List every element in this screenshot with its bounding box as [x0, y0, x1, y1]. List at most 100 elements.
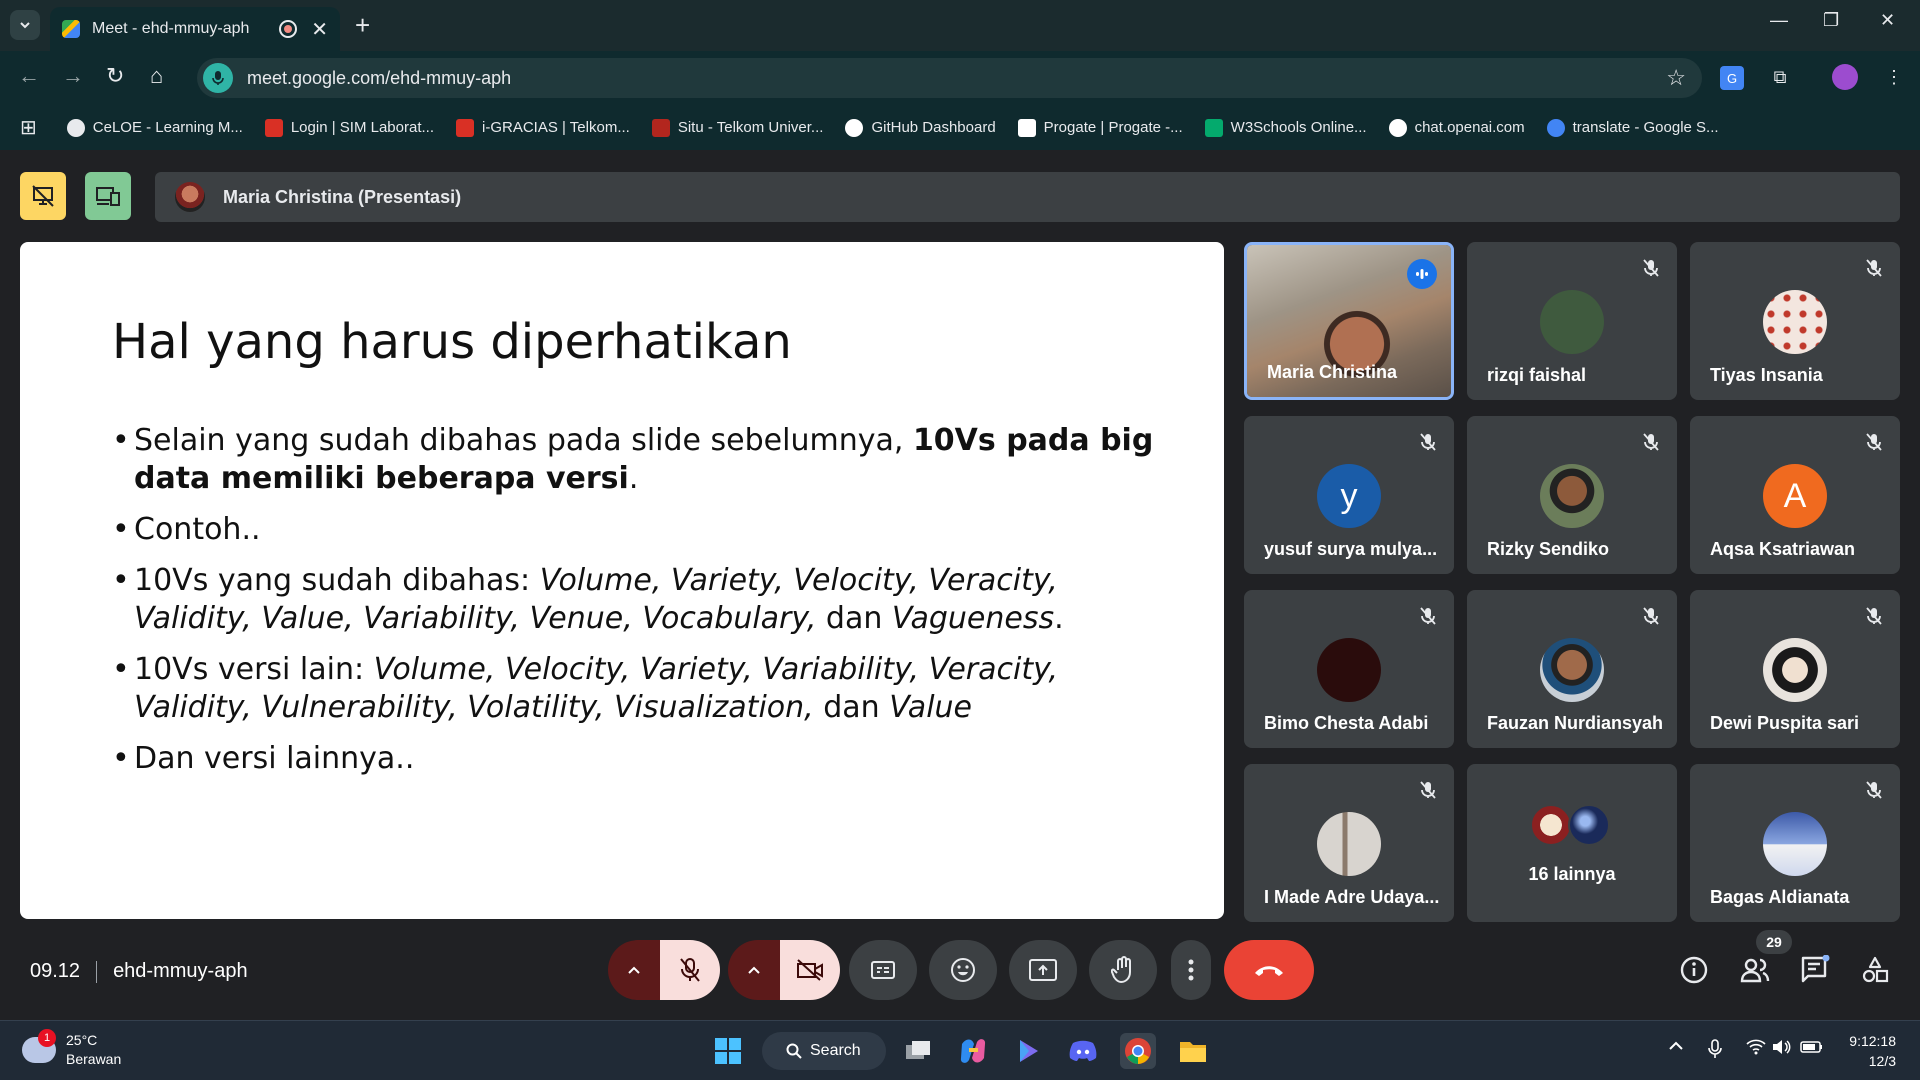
back-icon[interactable]: ← [18, 63, 40, 89]
presenter-name: Maria Christina (Presentasi) [223, 186, 462, 207]
call-controls-bar: 09.12 ehd-mmuy-aph 29 [0, 930, 1920, 1020]
layout-button[interactable] [85, 172, 131, 220]
microphone-icon[interactable] [203, 63, 233, 93]
leave-call-button[interactable] [1224, 940, 1314, 1000]
meeting-info: 09.12 ehd-mmuy-aph [30, 960, 248, 983]
more-vert-icon [1188, 959, 1194, 981]
minimize-icon[interactable]: — [1770, 10, 1788, 31]
activities-button[interactable] [1855, 950, 1895, 990]
wifi-icon[interactable] [1746, 1039, 1766, 1060]
avatar [1540, 464, 1604, 528]
show-hidden-icons-chevron-icon[interactable] [1668, 1039, 1684, 1057]
system-clock[interactable]: 9:12:18 12/3 [1849, 1031, 1896, 1071]
participant-tile[interactable]: Rizky Sendiko [1467, 416, 1677, 574]
tab-title: Meet - ehd-mmuy-aph [92, 20, 250, 37]
avatar-stack [1530, 804, 1614, 848]
url-text[interactable]: meet.google.com/ehd-mmuy-aph [247, 68, 1666, 89]
tab-active[interactable]: Meet - ehd-mmuy-aph ✕ [50, 7, 340, 51]
participant-name: Maria Christina [1267, 362, 1398, 382]
participant-tile[interactable]: A Aqsa Ksatriawan [1690, 416, 1900, 574]
video-options-button[interactable] [728, 940, 780, 1000]
close-window-icon[interactable]: ✕ [1880, 10, 1895, 31]
bookmark-item[interactable]: translate - Google S... [1546, 118, 1719, 137]
reactions-button[interactable] [929, 940, 997, 1000]
start-windows-icon[interactable] [710, 1033, 746, 1069]
extensions-icon[interactable]: ⧉ [1766, 63, 1794, 91]
bookmark-item[interactable]: CeLOE - Learning M... [66, 118, 243, 137]
camera-off-icon [797, 959, 823, 981]
apps-grid-icon[interactable]: ⊞ [20, 115, 37, 140]
sim-lab-icon [264, 118, 283, 137]
participant-tile[interactable]: Fauzan Nurdiansyah [1467, 590, 1677, 748]
raise-hand-button[interactable] [1089, 940, 1157, 1000]
slide-bullet-list: Selain yang sudah dibahas pada slide seb… [112, 422, 1162, 791]
participant-name: Bimo Chesta Adabi [1264, 713, 1429, 733]
more-participants-tile[interactable]: 16 lainnya [1467, 764, 1677, 922]
participant-name: Aqsa Ksatriawan [1710, 539, 1856, 559]
bookmark-item[interactable]: Login | SIM Laborat... [264, 118, 434, 137]
participant-tile[interactable]: Dewi Puspita sari [1690, 590, 1900, 748]
chrome-icon[interactable] [1120, 1033, 1156, 1069]
more-options-button[interactable] [1171, 940, 1211, 1000]
menu-dots-icon[interactable]: ⋮ [1880, 63, 1908, 91]
forward-icon[interactable]: → [62, 63, 84, 89]
participant-tile[interactable]: I Made Adre Udaya... [1244, 764, 1454, 922]
participant-tile[interactable]: y yusuf surya mulya... [1244, 416, 1454, 574]
mic-off-icon [1864, 780, 1884, 800]
reload-icon[interactable]: ↻ [106, 63, 124, 89]
audio-options-button[interactable] [608, 940, 660, 1000]
participant-tile[interactable]: Tiyas Insania [1690, 242, 1900, 400]
present-screen-button[interactable] [1009, 940, 1077, 1000]
tab-search-button[interactable] [10, 10, 40, 40]
bookmark-star-icon[interactable]: ☆ [1666, 65, 1686, 91]
mic-off-icon [1864, 432, 1884, 452]
people-button[interactable] [1735, 950, 1775, 990]
people-icon [1740, 958, 1770, 983]
participant-tile[interactable]: Bimo Chesta Adabi [1244, 590, 1454, 748]
microphone-toggle-button[interactable] [660, 940, 720, 1000]
home-icon[interactable]: ⌂ [150, 63, 163, 89]
volume-icon[interactable] [1772, 1039, 1792, 1060]
copilot-icon[interactable] [955, 1033, 991, 1069]
discord-icon[interactable] [1065, 1033, 1101, 1069]
list-item: Selain yang sudah dibahas pada slide seb… [112, 422, 1162, 498]
situ-icon [651, 118, 670, 137]
battery-icon[interactable] [1800, 1039, 1824, 1060]
meeting-details-button[interactable] [1674, 950, 1714, 990]
camera-toggle-button[interactable] [780, 940, 840, 1000]
clock-time: 9:12:18 [1849, 1033, 1896, 1049]
translate-icon[interactable]: G [1720, 66, 1744, 90]
microphone-tray-icon[interactable] [1708, 1039, 1722, 1064]
file-explorer-icon[interactable] [1175, 1033, 1211, 1069]
bookmark-item[interactable]: Progate | Progate -... [1017, 118, 1183, 137]
participant-tile[interactable]: Bagas Aldianata [1690, 764, 1900, 922]
taskbar-search[interactable]: Search [762, 1032, 886, 1070]
mic-off-icon [1864, 606, 1884, 626]
weather-widget[interactable]: 1 25°C Berawan [22, 1029, 121, 1069]
profile-avatar[interactable] [1832, 64, 1858, 90]
bookmark-item[interactable]: GitHub Dashboard [845, 118, 996, 137]
captions-button[interactable] [849, 940, 917, 1000]
participant-tile[interactable]: Maria Christina [1244, 242, 1454, 400]
participant-tile[interactable]: rizqi faishal [1467, 242, 1677, 400]
avatar [1540, 638, 1604, 702]
chevron-up-icon [628, 966, 640, 974]
restore-icon[interactable]: ❐ [1823, 10, 1839, 31]
participant-name: Tiyas Insania [1710, 365, 1823, 385]
tab-close-icon[interactable]: ✕ [311, 17, 328, 42]
chat-icon [1801, 955, 1830, 983]
mic-off-icon [1418, 606, 1438, 626]
address-bar[interactable]: meet.google.com/ehd-mmuy-aph ☆ [197, 58, 1702, 98]
new-tab-button[interactable]: + [355, 10, 370, 41]
search-icon [786, 1043, 802, 1059]
avatar [1530, 804, 1572, 846]
bookmark-item[interactable]: Situ - Telkom Univer... [651, 118, 823, 137]
presenter-banner: Maria Christina (Presentasi) [155, 172, 1900, 222]
bookmark-item[interactable]: W3Schools Online... [1204, 118, 1367, 137]
media-player-icon[interactable] [1010, 1033, 1046, 1069]
stop-presenting-button[interactable] [20, 172, 66, 220]
bookmark-item[interactable]: chat.openai.com [1388, 118, 1525, 137]
chat-button[interactable] [1795, 950, 1835, 990]
task-view-icon[interactable] [900, 1033, 936, 1069]
bookmark-item[interactable]: i-GRACIAS | Telkom... [456, 118, 630, 137]
